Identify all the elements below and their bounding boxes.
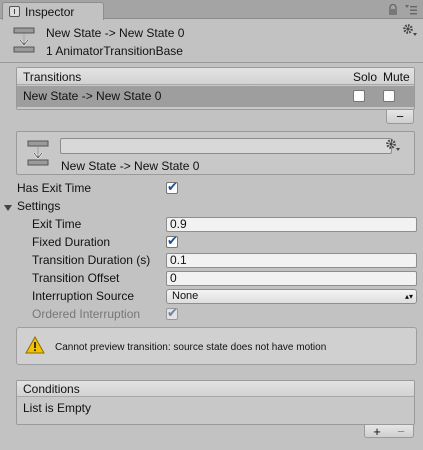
ordered-interruption-checkbox <box>166 305 178 321</box>
transition-label: New State -> New State 0 <box>61 159 200 173</box>
transition-icon <box>13 27 35 53</box>
transitions-list: Transitions Solo Mute New State -> New S… <box>16 67 415 110</box>
transition-duration-field[interactable]: 0.1 <box>166 253 417 268</box>
mute-checkbox[interactable] <box>383 90 395 102</box>
conditions-list: Conditions List is Empty <box>16 380 415 425</box>
tab-inspector[interactable]: Inspector <box>2 2 104 20</box>
transition-offset-field[interactable]: 0 <box>166 271 417 286</box>
gear-icon[interactable] <box>385 138 401 152</box>
interruption-source-value: None <box>172 290 199 302</box>
settings-foldout-label[interactable]: Settings <box>17 199 60 213</box>
conditions-footer: + − <box>364 424 414 439</box>
lock-icon[interactable] <box>387 4 399 16</box>
conditions-header-label: Conditions <box>23 382 80 396</box>
fixed-duration-label: Fixed Duration <box>32 235 111 249</box>
solo-checkbox[interactable] <box>353 90 365 102</box>
transition-duration-label: Transition Duration (s) <box>32 253 151 267</box>
warning-icon <box>25 336 45 354</box>
inspector-header: New State -> New State 0 1 AnimatorTrans… <box>0 20 423 62</box>
inspector-icon <box>9 6 20 17</box>
interruption-source-dropdown[interactable]: None ▴▾ <box>166 289 417 304</box>
ordered-interruption-label: Ordered Interruption <box>32 307 141 321</box>
conditions-header: Conditions <box>17 381 414 397</box>
transition-row-label: New State -> New State 0 <box>23 89 162 103</box>
menu-icon[interactable] <box>405 5 417 15</box>
dropdown-arrows-icon: ▴▾ <box>404 292 413 301</box>
interruption-source-label: Interruption Source <box>32 289 135 303</box>
settings-foldout-arrow-icon[interactable] <box>4 204 12 212</box>
tab-bar: Inspector <box>0 0 423 20</box>
transition-detail: New State -> New State 0 <box>16 131 415 175</box>
has-exit-time-checkbox[interactable] <box>166 179 178 195</box>
header-subtitle: 1 AnimatorTransitionBase <box>46 44 183 58</box>
exit-time-field[interactable]: 0.9 <box>166 217 417 232</box>
transitions-header-label: Transitions <box>23 70 82 84</box>
add-condition-button[interactable]: + <box>373 424 381 439</box>
transition-icon <box>27 140 49 166</box>
remove-transition-button[interactable]: − <box>386 109 414 124</box>
has-exit-time-label: Has Exit Time <box>17 181 92 195</box>
header-title: New State -> New State 0 <box>46 26 185 40</box>
warning-box: Cannot preview transition: source state … <box>16 327 417 365</box>
conditions-empty-text: List is Empty <box>23 401 92 415</box>
tab-label: Inspector <box>25 4 75 19</box>
inspector-window: Inspector New State -> New State 0 1 Ani… <box>0 0 423 450</box>
divider <box>0 62 423 63</box>
remove-condition-button[interactable]: − <box>397 424 405 439</box>
exit-time-label: Exit Time <box>32 217 82 231</box>
transition-offset-label: Transition Offset <box>32 271 120 285</box>
transitions-list-header: Transitions Solo Mute <box>17 68 414 85</box>
gear-icon[interactable] <box>402 23 418 37</box>
fixed-duration-checkbox[interactable] <box>166 233 178 249</box>
transition-name-field[interactable] <box>60 138 392 154</box>
warning-text: Cannot preview transition: source state … <box>55 342 327 353</box>
transition-row[interactable]: New State -> New State 0 <box>17 86 414 107</box>
mute-header-label: Mute <box>383 70 410 84</box>
solo-header-label: Solo <box>353 70 378 84</box>
